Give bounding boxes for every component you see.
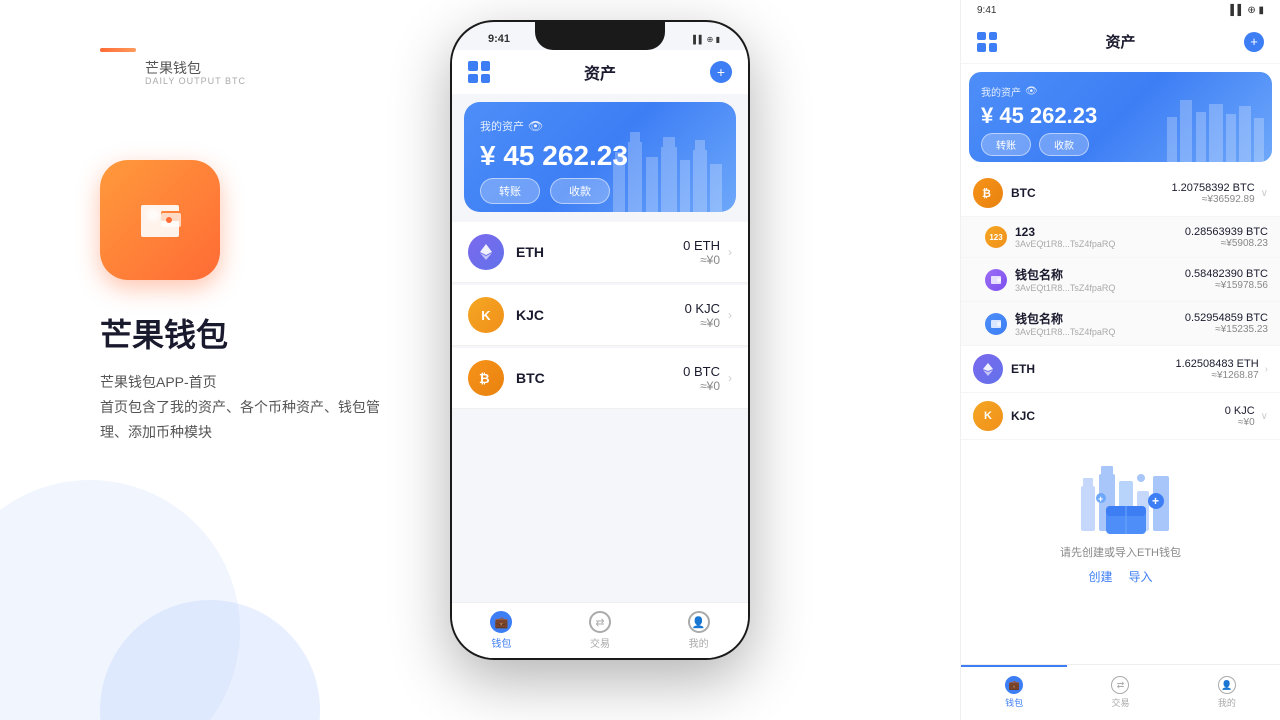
- phone-header: 资产 +: [452, 50, 748, 94]
- right-kjc-info: KJC: [1011, 409, 1225, 423]
- right-wallet2-icon: [985, 313, 1007, 335]
- right-wallet2-info: 钱包名称 3AvEQt1R8...TsZ4fpaRQ: [1015, 310, 1185, 337]
- right-coin-btc[interactable]: ₿ BTC 1.20758392 BTC ≈¥36592.89 ∨: [961, 170, 1280, 217]
- right-coin-list: ₿ BTC 1.20758392 BTC ≈¥36592.89 ∨ 123 12…: [961, 170, 1280, 664]
- right-wallet2-val: 0.52954859 BTC ≈¥15235.23: [1185, 312, 1268, 335]
- right-coin-wallet1[interactable]: 钱包名称 3AvEQt1R8...TsZ4fpaRQ 0.58482390 BT…: [961, 258, 1280, 302]
- kjc-name: KJC: [516, 307, 685, 323]
- right-kjc-val: 0 KJC ≈¥0: [1225, 405, 1255, 428]
- phone-nav-wallet[interactable]: 💼 钱包: [452, 603, 551, 658]
- svg-text:+: +: [1098, 494, 1103, 504]
- right-coin-eth[interactable]: ETH 1.62508483 ETH ≈¥1268.87 ›: [961, 346, 1280, 393]
- phone-header-title: 资产: [584, 60, 616, 84]
- phone-section: 9:41 ▌▌ ⊕ ▮ 资产 +: [420, 20, 780, 720]
- right-123-val: 0.28563939 BTC ≈¥5908.23: [1185, 226, 1268, 249]
- right-status-bar: 9:41 ▌▌ ⊕ ▮: [961, 0, 1280, 20]
- svg-text:₿: ₿: [982, 188, 991, 200]
- right-header-title: 资产: [1105, 31, 1135, 52]
- right-add-button[interactable]: +: [1244, 32, 1264, 52]
- kjc-amount: 0 KJC ≈¥0: [685, 301, 720, 330]
- right-eth-icon: [973, 354, 1003, 384]
- wallet-nav-icon: 💼: [490, 611, 512, 633]
- right-wallet-nav-icon: 💼: [1005, 676, 1023, 694]
- right-123-info: 123 3AvEQt1R8...TsZ4fpaRQ: [1015, 225, 1185, 249]
- right-eth-chevron: ›: [1265, 364, 1268, 375]
- empty-text: 请先创建或导入ETH钱包: [1060, 544, 1181, 560]
- right-btc-info: BTC: [1011, 186, 1172, 200]
- right-wallet1-val: 0.58482390 BTC ≈¥15978.56: [1185, 268, 1268, 291]
- right-btc-icon: ₿: [973, 178, 1003, 208]
- eth-icon: [468, 234, 504, 270]
- right-kjc-chevron: ∨: [1261, 411, 1268, 422]
- receive-button[interactable]: 收款: [550, 178, 610, 204]
- phone-nav-transaction[interactable]: ⇄ 交易: [551, 603, 650, 658]
- coin-item-kjc[interactable]: K KJC 0 KJC ≈¥0 ›: [452, 285, 748, 346]
- right-coin-wallet2[interactable]: 钱包名称 3AvEQt1R8...TsZ4fpaRQ 0.52954859 BT…: [961, 302, 1280, 346]
- btc-chevron: ›: [728, 371, 732, 385]
- right-nav-transaction[interactable]: ⇄ 交易: [1067, 665, 1173, 720]
- phone-status-icons: ▌▌ ⊕ ▮: [693, 35, 720, 44]
- app-description: 芒果钱包APP-首页 首页包含了我的资产、各个币种资产、钱包管 理、添加币种模块: [100, 370, 380, 446]
- brand-subtitle: DAILY OUTPUT BTC: [145, 76, 246, 86]
- create-wallet-link[interactable]: 创建: [1088, 568, 1112, 585]
- eth-chevron: ›: [728, 245, 732, 259]
- right-eth-val: 1.62508483 ETH ≈¥1268.87: [1175, 358, 1258, 381]
- btc-icon: ₿: [468, 360, 504, 396]
- empty-illustration: + +: [1071, 456, 1171, 536]
- right-btc-val: 1.20758392 BTC ≈¥36592.89: [1172, 182, 1255, 205]
- mine-nav-icon: 👤: [688, 611, 710, 633]
- right-asset-card: 我的资产 👁 ¥ 45 262.23 转账 收款: [969, 72, 1272, 162]
- phone-notch: [535, 22, 665, 50]
- import-wallet-link[interactable]: 导入: [1129, 568, 1153, 585]
- phone-time: 9:41: [488, 33, 510, 45]
- right-time: 9:41: [977, 5, 996, 16]
- brand-name-top: 芒果钱包: [145, 58, 201, 78]
- right-receive-button[interactable]: 收款: [1039, 133, 1089, 156]
- right-grid-icon[interactable]: [977, 32, 997, 52]
- app-title: 芒果钱包: [100, 310, 228, 356]
- right-nav-mine[interactable]: 👤 我的: [1174, 665, 1280, 720]
- right-nav-wallet[interactable]: 💼 钱包: [961, 665, 1067, 720]
- right-eth-info: ETH: [1011, 362, 1175, 376]
- right-btc-chevron: ∨: [1261, 188, 1268, 199]
- empty-links: 创建 导入: [1088, 568, 1152, 585]
- phone-nav-mine[interactable]: 👤 我的: [649, 603, 748, 658]
- phone-bottom-nav: 💼 钱包 ⇄ 交易 👤 我的: [452, 602, 748, 658]
- transaction-nav-icon: ⇄: [589, 611, 611, 633]
- right-123-icon: 123: [985, 226, 1007, 248]
- right-transfer-button[interactable]: 转账: [981, 133, 1031, 156]
- kjc-icon: K: [468, 297, 504, 333]
- right-coin-123[interactable]: 123 123 3AvEQt1R8...TsZ4fpaRQ 0.28563939…: [961, 217, 1280, 258]
- btc-name: BTC: [516, 370, 683, 386]
- btc-amount: 0 BTC ≈¥0: [683, 364, 720, 393]
- right-panel: 9:41 ▌▌ ⊕ ▮ 资产 + 我的资产 👁 ¥ 45 262.23 转账 收…: [960, 0, 1280, 720]
- right-transaction-nav-icon: ⇄: [1111, 676, 1129, 694]
- right-wallet1-info: 钱包名称 3AvEQt1R8...TsZ4fpaRQ: [1015, 266, 1185, 293]
- phone-coin-list: ETH 0 ETH ≈¥0 › K KJC 0 KJC ≈¥0: [452, 222, 748, 602]
- coin-item-btc[interactable]: ₿ BTC 0 BTC ≈¥0 ›: [452, 348, 748, 409]
- right-wallet1-icon: [985, 269, 1007, 291]
- eth-amount: 0 ETH ≈¥0: [683, 238, 720, 267]
- accent-bar: [100, 48, 136, 52]
- eth-name: ETH: [516, 244, 683, 260]
- add-button[interactable]: +: [710, 61, 732, 83]
- right-mine-nav-icon: 👤: [1218, 676, 1236, 694]
- phone-frame: 9:41 ▌▌ ⊕ ▮ 资产 +: [450, 20, 750, 660]
- right-status-icons: ▌▌ ⊕ ▮: [1230, 5, 1264, 16]
- right-empty-state: + + 请先创建或导入ETH钱包 创建 导入: [961, 440, 1280, 601]
- right-bottom-nav: 💼 钱包 ⇄ 交易 👤 我的: [961, 664, 1280, 720]
- right-coin-kjc[interactable]: K KJC 0 KJC ≈¥0 ∨: [961, 393, 1280, 440]
- asset-card: 我的资产 👁 ¥ 45 262.23 转账 收款: [464, 102, 736, 212]
- right-header: 资产 +: [961, 20, 1280, 64]
- grid-icon[interactable]: [468, 61, 490, 83]
- right-kjc-icon: K: [973, 401, 1003, 431]
- app-icon: [100, 160, 220, 280]
- svg-text:+: +: [1152, 494, 1159, 508]
- svg-text:₿: ₿: [479, 371, 490, 386]
- coin-item-eth[interactable]: ETH 0 ETH ≈¥0 ›: [452, 222, 748, 283]
- kjc-chevron: ›: [728, 308, 732, 322]
- transfer-button[interactable]: 转账: [480, 178, 540, 204]
- phone-screen: 9:41 ▌▌ ⊕ ▮ 资产 +: [452, 22, 748, 658]
